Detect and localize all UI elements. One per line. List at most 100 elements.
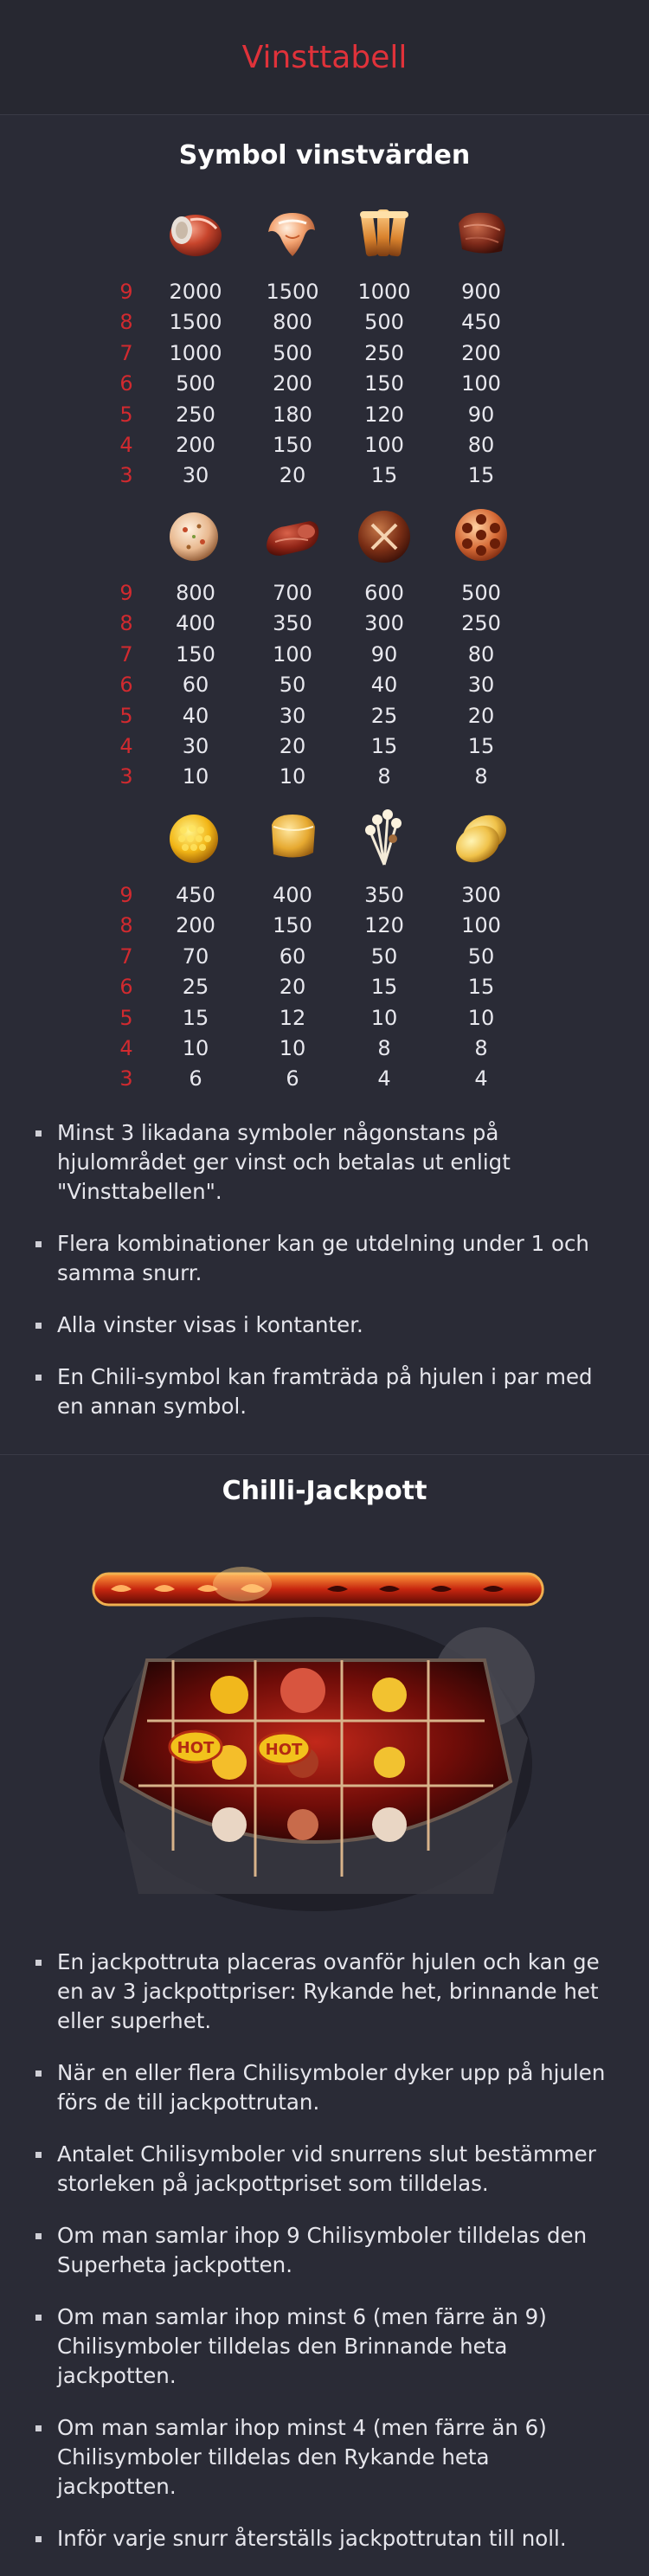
- rule-item: Om man samlar ihop 9 Chilisymboler tilld…: [0, 2221, 649, 2280]
- symbol-values-title: Symbol vinstvärden: [178, 140, 471, 171]
- payout-value: 200: [176, 913, 215, 938]
- rule-text: Alla vinster visas i kontanter.: [57, 1312, 363, 1337]
- payout-value: 6: [286, 1066, 299, 1092]
- ham-icon: [170, 215, 222, 256]
- symbol-group-1: 9 2000 1500 1000 900 8 1500 800 500 450 7 1000 500 25…: [0, 201, 649, 492]
- payout-value: 40: [182, 703, 209, 728]
- bullet-icon: [35, 1375, 42, 1381]
- page-title: Vinsttabell: [241, 39, 408, 75]
- bullet-icon: [35, 1323, 42, 1329]
- payout-value: 90: [467, 402, 495, 427]
- payout-value: 60: [279, 943, 306, 969]
- payout-value: 8: [377, 1035, 391, 1060]
- payout-value: 20: [279, 975, 306, 1000]
- payout-value: 1500: [266, 280, 319, 304]
- beef-slice-icon: [459, 212, 505, 254]
- paytable-row: 8 200 150 120 100: [0, 911, 649, 941]
- payout-value: 250: [364, 340, 404, 365]
- bullet-icon: [35, 2233, 42, 2239]
- symbol-count: 4: [119, 1035, 133, 1060]
- payout-value: 400: [273, 883, 312, 907]
- symbol-count: 9: [119, 280, 133, 304]
- symbol-count: 8: [119, 310, 133, 335]
- payout-value: 150: [364, 371, 404, 396]
- bullet-icon: [35, 2425, 42, 2431]
- payout-value: 20: [279, 733, 306, 758]
- payout-value: 350: [364, 883, 404, 907]
- payout-value: 600: [364, 581, 404, 605]
- payout-value: 200: [176, 432, 215, 457]
- payout-value: 40: [370, 673, 398, 698]
- paytable-row: 3 30 20 15 15: [0, 460, 649, 491]
- paytable-row: 6 60 50 40 30: [0, 670, 649, 700]
- jackpot-title: Chilli-Jackpott: [222, 1476, 427, 1506]
- payout-value: 6: [189, 1066, 202, 1092]
- symbol-count: 4: [119, 733, 133, 758]
- rule-item: Flera kombinationer kan ge utdelning und…: [0, 1229, 649, 1288]
- sausage-icon: [267, 521, 319, 556]
- section-divider: [0, 1454, 649, 1455]
- symbol-count: 7: [119, 340, 133, 365]
- bullet-icon: [35, 1960, 42, 1966]
- payout-value: 50: [279, 673, 306, 698]
- page-header: Vinsttabell: [0, 0, 649, 115]
- paytable-row: 4 200 150 100 80: [0, 430, 649, 460]
- payout-value: 120: [364, 913, 404, 938]
- payout-value: 200: [461, 340, 501, 365]
- paytable-row: 9 2000 1500 1000 900: [0, 277, 649, 307]
- payout-value: 800: [273, 310, 312, 335]
- payout-value: 800: [176, 581, 215, 605]
- corn-icon: [170, 815, 218, 863]
- payout-value: 100: [273, 641, 312, 667]
- rule-item: Om man samlar ihop minst 6 (men färre än…: [0, 2302, 649, 2391]
- paytable-row: 6 500 200 150 100: [0, 369, 649, 399]
- jackpot-meter-bar: [92, 1567, 544, 1607]
- payout-value: 15: [370, 975, 398, 1000]
- bullet-icon: [35, 2315, 42, 2321]
- payout-value: 500: [364, 310, 404, 335]
- payout-value: 10: [279, 764, 306, 789]
- paytable-group-3: 9 450 400 350 300 8 200 150 120 100 7 70 60 50 50 6 25 20…: [0, 880, 649, 1095]
- paytable-row: 5 15 12 10 10: [0, 1003, 649, 1034]
- rule-text: En jackpottruta placeras ovanför hjulen …: [57, 1949, 600, 2033]
- symbol-count: 6: [119, 371, 133, 396]
- rule-item: När en eller flera Chilisymboler dyker u…: [0, 2058, 649, 2117]
- symbol-count: 5: [119, 703, 133, 728]
- payout-value: 150: [176, 641, 215, 667]
- payout-value: 10: [370, 1005, 398, 1030]
- payout-value: 500: [461, 581, 501, 605]
- lotus-root-icon: [455, 509, 507, 561]
- paytable-row: 7 150 100 90 80: [0, 640, 649, 670]
- payout-value: 150: [273, 913, 312, 938]
- paytable-rules-list: Minst 3 likadana symboler någonstans på …: [0, 1118, 649, 1444]
- rule-item: En Chili-symbol kan framträda på hjulen …: [0, 1362, 649, 1421]
- rule-text: Minst 3 likadana symboler någonstans på …: [57, 1120, 511, 1204]
- payout-value: 30: [182, 733, 209, 758]
- symbol-count: 7: [119, 641, 133, 667]
- payout-value: 15: [467, 733, 495, 758]
- paytable-row: 5 250 180 120 90: [0, 400, 649, 430]
- payout-value: 50: [370, 943, 398, 969]
- payout-value: 30: [467, 673, 495, 698]
- svg-text:HOT: HOT: [177, 1739, 215, 1757]
- rule-item: Om man samlar ihop minst 4 (men färre än…: [0, 2413, 649, 2502]
- payout-value: 300: [461, 883, 501, 907]
- rule-text: Om man samlar ihop minst 6 (men färre än…: [57, 2304, 547, 2388]
- payout-value: 10: [279, 1035, 306, 1060]
- bullet-icon: [35, 2070, 42, 2077]
- payout-value: 15: [467, 463, 495, 488]
- symbol-count: 9: [119, 883, 133, 907]
- paytable-row: 5 40 30 25 20: [0, 701, 649, 731]
- symbol-count: 7: [119, 943, 133, 969]
- symbol-count: 5: [119, 402, 133, 427]
- paytable-row: 4 10 10 8 8: [0, 1034, 649, 1064]
- payout-value: 8: [474, 764, 488, 789]
- symbol-count: 6: [119, 673, 133, 698]
- symbol-group-2: 9 800 700 600 500 8 400 350 300 250 7 150 100 90 80 6 60…: [0, 502, 649, 793]
- bullet-icon: [35, 1241, 42, 1247]
- hot-badge-1: HOT: [168, 1729, 223, 1764]
- payout-value: 120: [364, 402, 404, 427]
- potato-slice-icon: [455, 815, 507, 863]
- payout-value: 50: [467, 943, 495, 969]
- payout-value: 100: [461, 913, 501, 938]
